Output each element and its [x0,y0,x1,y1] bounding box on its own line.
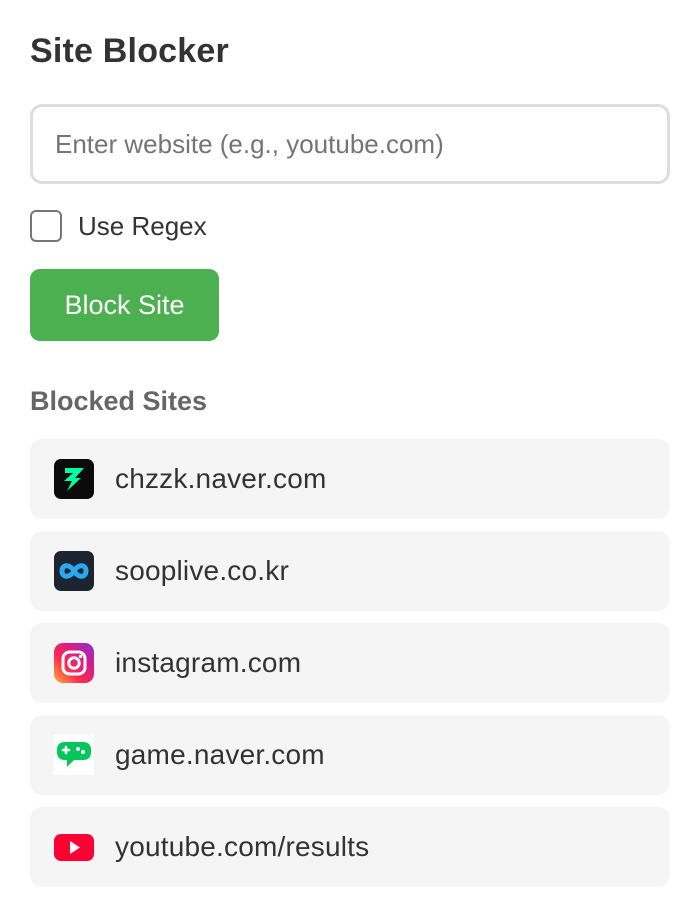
blocked-site-label: youtube.com/results [115,831,370,862]
blocked-sites-heading: Blocked Sites [30,386,208,416]
blocked-site-label: chzzk.naver.com [115,463,327,494]
chzzk-icon [54,459,94,499]
blocked-site-item[interactable]: instagram.com [30,623,670,703]
site-blocker-popup: Site Blocker Use Regex Block Site Blocke… [0,0,700,887]
youtube-icon [54,834,94,861]
block-site-button[interactable]: Block Site [30,269,219,341]
blocked-sites-list: chzzk.naver.com sooplive.co.kr instagram… [30,439,670,887]
blocked-site-label: game.naver.com [115,739,325,770]
blocked-site-item[interactable]: chzzk.naver.com [30,439,670,519]
blocked-site-label: sooplive.co.kr [115,555,289,586]
sooplive-icon [54,551,94,591]
website-input[interactable] [30,104,670,184]
page-title: Site Blocker [30,32,229,70]
blocked-site-item[interactable]: sooplive.co.kr [30,531,670,611]
regex-option: Use Regex [30,209,670,243]
blocked-site-label: instagram.com [115,647,302,678]
blocked-site-item[interactable]: game.naver.com [30,715,670,795]
blocked-site-item[interactable]: youtube.com/results [30,807,670,887]
instagram-icon [54,643,94,683]
regex-checkbox[interactable] [30,210,62,242]
regex-label[interactable]: Use Regex [78,211,207,242]
naver-game-icon [54,735,94,775]
